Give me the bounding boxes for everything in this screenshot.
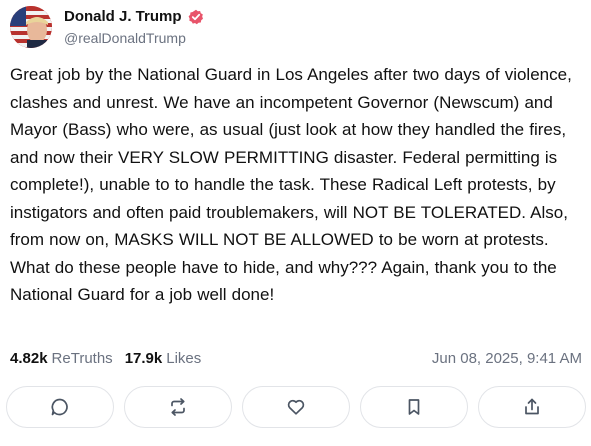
author-handle[interactable]: @realDonaldTrump	[64, 29, 204, 47]
bookmark-button[interactable]	[360, 386, 468, 428]
post-header: Donald J. Trump @realDonaldTrump	[10, 6, 204, 48]
reply-button[interactable]	[6, 386, 114, 428]
share-button[interactable]	[478, 386, 586, 428]
post-body-text: Great job by the National Guard in Los A…	[10, 65, 572, 304]
reply-icon	[50, 397, 70, 417]
name-row: Donald J. Trump	[64, 8, 204, 26]
post-stats: 4.82k ReTruths 17.9k Likes Jun 08, 2025,…	[10, 347, 582, 369]
retruth-icon	[168, 397, 188, 417]
author-names: Donald J. Trump @realDonaldTrump	[64, 6, 204, 48]
retruths-label[interactable]: ReTruths	[52, 350, 113, 367]
likes-label[interactable]: Likes	[166, 350, 201, 367]
likes-count[interactable]: 17.9k	[125, 350, 163, 367]
like-button[interactable]	[242, 386, 350, 428]
post-timestamp[interactable]: Jun 08, 2025, 9:41 AM	[432, 350, 582, 367]
verified-badge-icon	[188, 9, 204, 25]
share-icon	[522, 397, 542, 417]
action-bar	[6, 386, 586, 430]
like-heart-icon	[286, 397, 306, 417]
retruths-count[interactable]: 4.82k	[10, 350, 48, 367]
post-card: Donald J. Trump @realDonaldTrump Great j…	[0, 0, 591, 446]
avatar[interactable]	[10, 6, 52, 48]
retruth-button[interactable]	[124, 386, 232, 428]
display-name[interactable]: Donald J. Trump	[64, 8, 182, 26]
bookmark-icon	[404, 397, 424, 417]
